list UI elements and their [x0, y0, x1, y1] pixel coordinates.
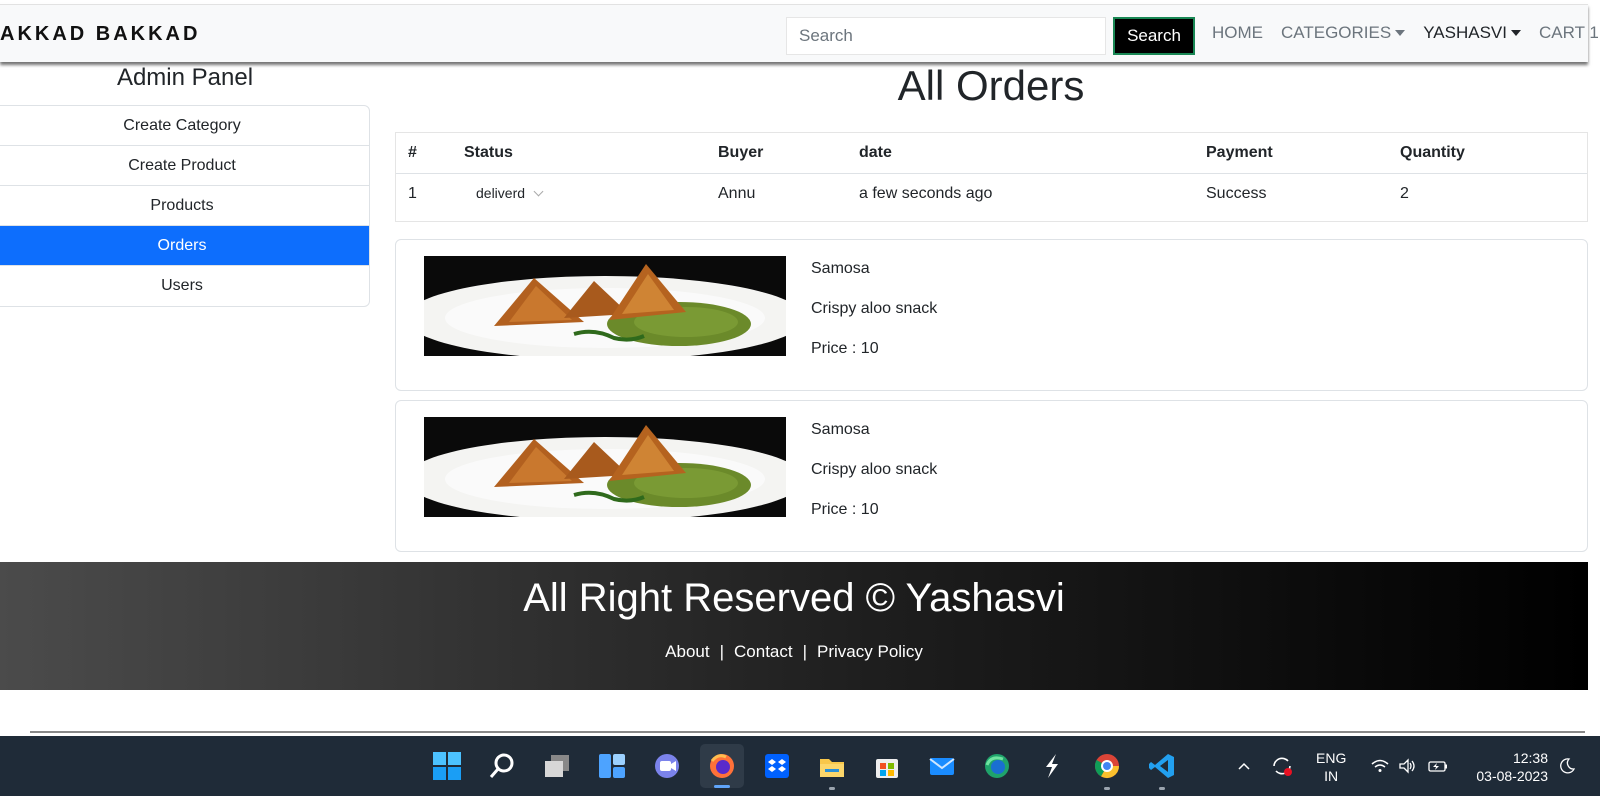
- clock[interactable]: 12:38 03-08-2023: [1466, 749, 1548, 785]
- search-icon[interactable]: [480, 744, 524, 788]
- admin-panel-title: Admin Panel: [116, 64, 254, 91]
- footer: All Right Reserved © Yashasvi About | Co…: [0, 562, 1588, 690]
- chevron-down-icon: [533, 186, 544, 197]
- cell-payment: Success: [1206, 185, 1267, 203]
- language-indicator[interactable]: ENG IN: [1316, 749, 1346, 785]
- chat-icon[interactable]: [645, 744, 689, 788]
- moon-icon[interactable]: [1558, 736, 1576, 796]
- admin-menu: Create Category Create Product Products …: [0, 105, 370, 307]
- cell-buyer: Annu: [718, 185, 756, 203]
- nav-home-label: HOME: [1212, 23, 1263, 42]
- product-name: Samosa: [811, 260, 870, 277]
- dropbox-icon[interactable]: [755, 744, 799, 788]
- start-icon[interactable]: [425, 744, 469, 788]
- sync-icon[interactable]: [1270, 736, 1294, 796]
- caret-down-icon: [1510, 30, 1521, 36]
- search-input[interactable]: [786, 17, 1106, 55]
- navbar: AKKAD BAKKAD Search HOME CATEGORIES YASH…: [0, 4, 1599, 62]
- cell-index: 1: [408, 185, 417, 203]
- product-card: Samosa Crispy aloo snack Price : 10: [395, 400, 1588, 552]
- cell-status: deliverd: [452, 173, 706, 215]
- nav-user-label: YASHASVI: [1423, 23, 1507, 42]
- status-value: deliverd: [476, 185, 526, 202]
- footer-link-contact[interactable]: Contact: [734, 642, 793, 662]
- task-view-icon[interactable]: [535, 744, 579, 788]
- volume-icon[interactable]: [1397, 736, 1417, 796]
- page-title: All Orders: [897, 62, 1085, 109]
- footer-link-about[interactable]: About: [665, 642, 709, 662]
- footer-separator: |: [719, 642, 725, 661]
- menu-create-product[interactable]: Create Product: [0, 146, 369, 186]
- nav-home[interactable]: HOME: [1212, 23, 1263, 43]
- brand-logo[interactable]: AKKAD BAKKAD: [0, 23, 200, 46]
- app-s-icon[interactable]: [1030, 744, 1074, 788]
- nav-cart[interactable]: CART 1: [1539, 23, 1599, 43]
- search-button[interactable]: Search: [1113, 17, 1195, 55]
- taskbar: ENG IN 12:38 03-08-2023: [0, 736, 1600, 796]
- clock-date: 03-08-2023: [1476, 768, 1548, 784]
- taskbar-apps: [425, 744, 1184, 790]
- nav-links: HOME CATEGORIES YASHASVI CART 1: [1212, 23, 1600, 43]
- language-region: IN: [1324, 768, 1339, 784]
- product-price: Price : 10: [811, 340, 879, 357]
- cell-quantity: 2: [1400, 185, 1409, 203]
- divider: [30, 731, 1585, 733]
- footer-separator: |: [802, 642, 808, 661]
- menu-orders[interactable]: Orders: [0, 226, 369, 266]
- product-info: Samosa Crispy aloo snack Price : 10: [811, 260, 937, 380]
- status-select[interactable]: deliverd: [464, 185, 554, 201]
- clock-time: 12:38: [1512, 750, 1548, 766]
- header-buyer: Buyer: [706, 133, 847, 174]
- table-row: 1 deliverd Annu a few seconds ago Succes…: [396, 173, 1587, 215]
- menu-users[interactable]: Users: [0, 266, 369, 306]
- product-name: Samosa: [811, 421, 870, 438]
- chrome-icon[interactable]: [1085, 744, 1129, 790]
- caret-down-icon: [1395, 30, 1406, 36]
- language-code: ENG: [1316, 750, 1347, 766]
- menu-products[interactable]: Products: [0, 186, 369, 226]
- edge-icon[interactable]: [975, 744, 1019, 788]
- product-image: [424, 417, 786, 517]
- nav-cart-label: CART 1: [1538, 23, 1599, 42]
- header-status: Status: [452, 133, 706, 174]
- footer-link-privacy-policy[interactable]: Privacy Policy: [817, 642, 923, 662]
- widgets-icon[interactable]: [590, 744, 634, 788]
- orders-table-container: # Status Buyer date Payment Quantity 1 d…: [395, 132, 1588, 222]
- header-date: date: [847, 133, 1194, 174]
- header-quantity: Quantity: [1388, 133, 1587, 174]
- firefox-icon[interactable]: [700, 744, 744, 788]
- product-info: Samosa Crispy aloo snack Price : 10: [811, 421, 937, 541]
- footer-copyright: All Right Reserved © Yashasvi: [523, 576, 1065, 620]
- nav-categories-label: CATEGORIES: [1281, 23, 1392, 42]
- product-description: Crispy aloo snack: [811, 300, 938, 317]
- orders-table: # Status Buyer date Payment Quantity 1 d…: [396, 133, 1587, 215]
- product-image: [424, 256, 786, 356]
- store-icon[interactable]: [865, 744, 909, 788]
- wifi-icon[interactable]: [1370, 736, 1390, 796]
- tray-chevron-up-icon[interactable]: [1236, 736, 1252, 796]
- product-description: Crispy aloo snack: [811, 461, 938, 478]
- nav-user-menu[interactable]: YASHASVI: [1423, 23, 1521, 43]
- file-explorer-icon[interactable]: [810, 744, 854, 790]
- header-payment: Payment: [1194, 133, 1388, 174]
- nav-categories[interactable]: CATEGORIES: [1281, 23, 1406, 43]
- battery-icon[interactable]: [1427, 736, 1449, 796]
- product-price: Price : 10: [811, 501, 879, 518]
- footer-links: About | Contact | Privacy Policy: [0, 642, 1588, 662]
- header-index: #: [396, 133, 452, 174]
- mail-icon[interactable]: [920, 744, 964, 788]
- cell-date: a few seconds ago: [859, 185, 993, 203]
- vscode-icon[interactable]: [1140, 744, 1184, 790]
- table-header-row: # Status Buyer date Payment Quantity: [396, 133, 1587, 174]
- product-card: Samosa Crispy aloo snack Price : 10: [395, 239, 1588, 391]
- menu-create-category[interactable]: Create Category: [0, 106, 369, 146]
